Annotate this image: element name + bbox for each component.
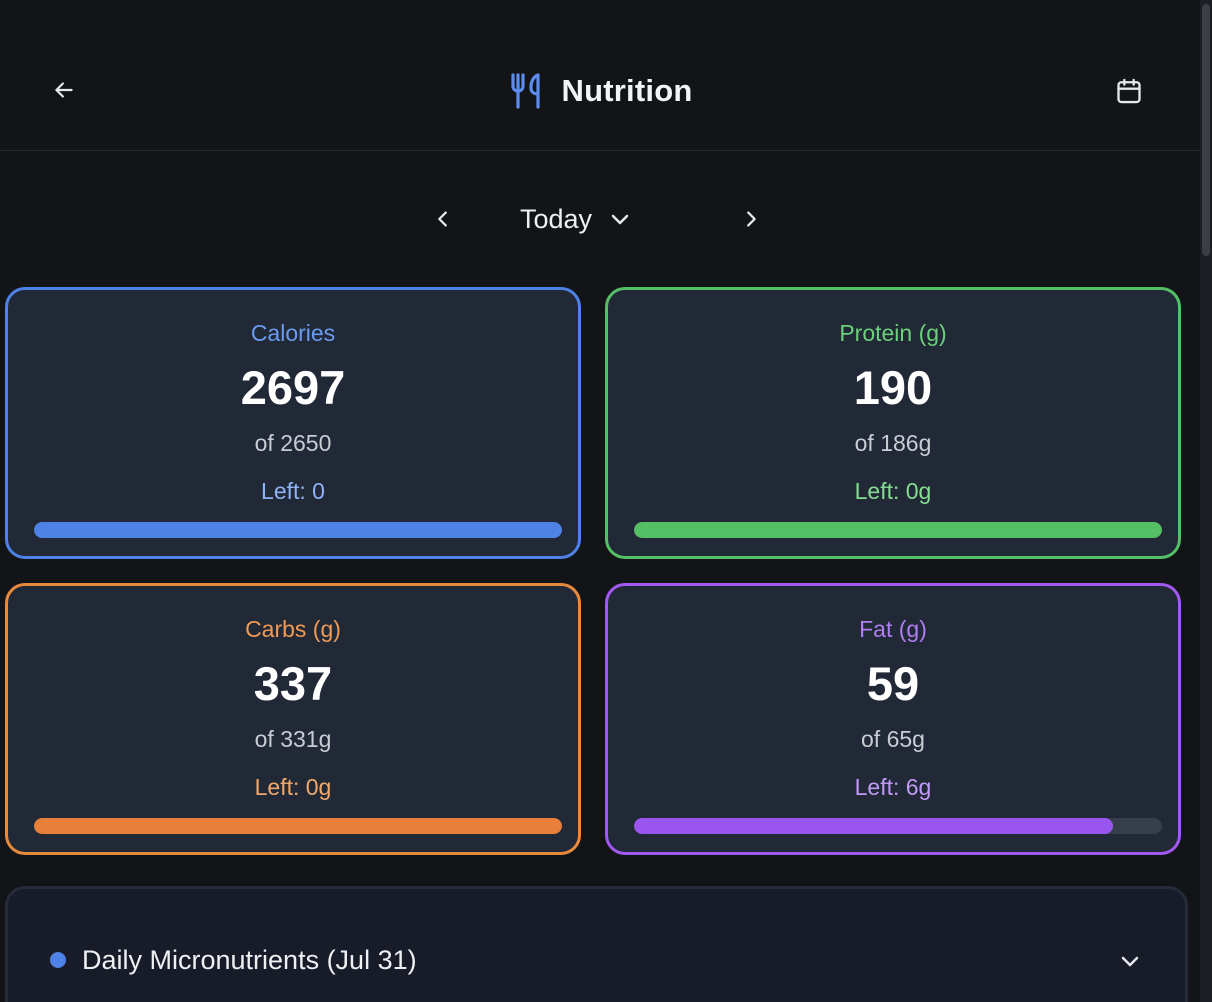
page-title: Nutrition xyxy=(561,73,693,108)
date-navigator: Today xyxy=(0,196,1200,242)
calendar-icon xyxy=(1117,78,1141,104)
calories-remaining: Left: 0 xyxy=(261,478,325,504)
protein-label: Protein (g) xyxy=(839,320,947,346)
fat-label: Fat (g) xyxy=(859,616,927,642)
fork-knife-icon xyxy=(510,73,540,109)
chevron-down-icon xyxy=(1121,956,1139,967)
protein-card[interactable]: Protein (g) 190 of 186g Left: 0g xyxy=(605,287,1181,559)
carbs-progress-track xyxy=(34,818,562,834)
next-day-button[interactable] xyxy=(734,200,768,238)
carbs-remaining: Left: 0g xyxy=(254,774,332,800)
calendar-button[interactable] xyxy=(1108,70,1150,112)
calories-goal: of 2650 xyxy=(254,430,332,456)
calories-progress-track xyxy=(34,522,562,538)
chevron-right-icon xyxy=(747,211,756,227)
chevron-left-icon xyxy=(438,211,447,227)
calories-progress-fill xyxy=(34,522,562,538)
previous-day-button[interactable] xyxy=(426,200,460,238)
protein-remaining: Left: 0g xyxy=(854,478,932,504)
protein-goal: of 186g xyxy=(854,430,932,456)
fat-value: 59 xyxy=(866,657,920,710)
micronutrients-panel[interactable]: Daily Micronutrients (Jul 31) xyxy=(5,886,1188,1002)
micronutrients-indicator-dot xyxy=(50,952,66,968)
scrollbar-thumb[interactable] xyxy=(1202,4,1210,256)
calories-card[interactable]: Calories 2697 of 2650 Left: 0 xyxy=(5,287,581,559)
carbs-value: 337 xyxy=(253,657,333,710)
fat-remaining: Left: 6g xyxy=(854,774,932,800)
protein-progress-track xyxy=(634,522,1162,538)
top-bar: Nutrition xyxy=(0,0,1200,151)
fat-goal: of 65g xyxy=(861,726,925,752)
micronutrients-expand-button[interactable] xyxy=(1112,945,1148,977)
page-scrollbar[interactable] xyxy=(1200,0,1212,1002)
fat-card[interactable]: Fat (g) 59 of 65g Left: 6g xyxy=(605,583,1181,855)
date-dropdown[interactable]: Today xyxy=(520,196,632,242)
fat-progress-track xyxy=(634,818,1162,834)
nutrition-page: Nutrition Today Calories 2697 of 2650 Le… xyxy=(0,0,1212,1002)
carbs-card[interactable]: Carbs (g) 337 of 331g Left: 0g xyxy=(5,583,581,855)
fat-progress-fill xyxy=(634,818,1114,834)
chevron-down-icon xyxy=(611,214,629,225)
selected-date-label: Today xyxy=(520,203,593,234)
carbs-label: Carbs (g) xyxy=(245,616,341,642)
carbs-progress-fill xyxy=(34,818,562,834)
carbs-goal: of 331g xyxy=(254,726,332,752)
page-title-group: Nutrition xyxy=(0,68,1200,114)
protein-value: 190 xyxy=(853,361,933,414)
calories-label: Calories xyxy=(250,320,336,346)
protein-progress-fill xyxy=(634,522,1162,538)
calories-value: 2697 xyxy=(240,361,346,414)
micronutrients-title: Daily Micronutrients (Jul 31) xyxy=(82,945,417,975)
